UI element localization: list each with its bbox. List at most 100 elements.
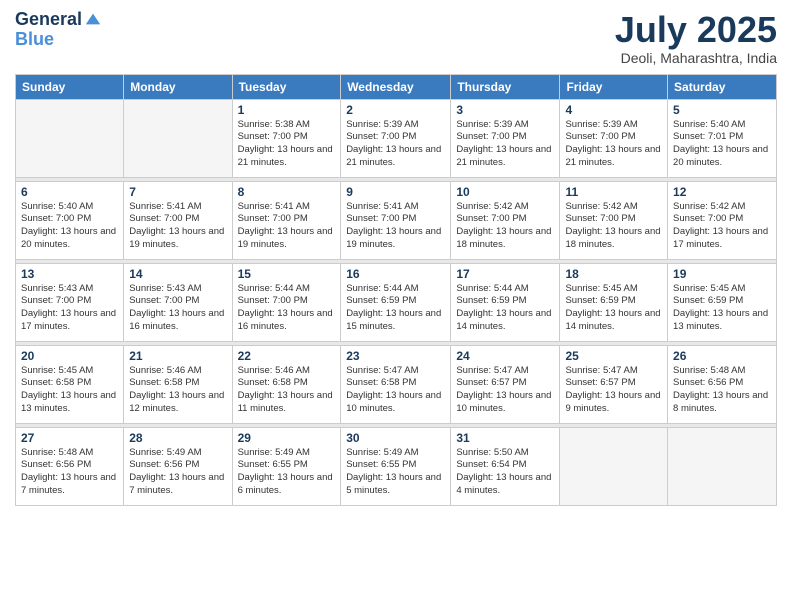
day-number: 31 bbox=[456, 431, 554, 445]
calendar-cell: 11 Sunrise: 5:42 AM Sunset: 7:00 PM Dayli… bbox=[560, 181, 668, 259]
day-number: 7 bbox=[129, 185, 226, 199]
day-number: 25 bbox=[565, 349, 662, 363]
page-container: General Blue July 2025 Deoli, Maharashtr… bbox=[0, 0, 792, 516]
day-number: 6 bbox=[21, 185, 118, 199]
header-sunday: Sunday bbox=[16, 74, 124, 99]
week-row-3: 13 Sunrise: 5:43 AM Sunset: 7:00 PM Dayli… bbox=[16, 263, 777, 341]
calendar-cell: 7 Sunrise: 5:41 AM Sunset: 7:00 PM Daylig… bbox=[124, 181, 232, 259]
day-number: 1 bbox=[238, 103, 336, 117]
calendar-cell: 26 Sunrise: 5:48 AM Sunset: 6:56 PM Dayli… bbox=[668, 345, 777, 423]
day-number: 24 bbox=[456, 349, 554, 363]
day-number: 8 bbox=[238, 185, 336, 199]
day-number: 20 bbox=[21, 349, 118, 363]
calendar-cell: 4 Sunrise: 5:39 AM Sunset: 7:00 PM Daylig… bbox=[560, 99, 668, 177]
day-number: 26 bbox=[673, 349, 771, 363]
day-info: Sunrise: 5:47 AM Sunset: 6:58 PM Dayligh… bbox=[346, 365, 445, 416]
day-info: Sunrise: 5:49 AM Sunset: 6:55 PM Dayligh… bbox=[346, 447, 445, 498]
day-number: 18 bbox=[565, 267, 662, 281]
logo: General Blue bbox=[15, 10, 102, 50]
day-info: Sunrise: 5:39 AM Sunset: 7:00 PM Dayligh… bbox=[565, 119, 662, 170]
day-info: Sunrise: 5:42 AM Sunset: 7:00 PM Dayligh… bbox=[565, 201, 662, 252]
calendar-cell: 9Sunrise: 5:41 AM Sunset: 7:00 PM Daylig… bbox=[341, 181, 451, 259]
day-number: 29 bbox=[238, 431, 336, 445]
day-number: 2 bbox=[346, 103, 445, 117]
day-info: Sunrise: 5:45 AM Sunset: 6:58 PM Dayligh… bbox=[21, 365, 118, 416]
header-monday: Monday bbox=[124, 74, 232, 99]
day-info: Sunrise: 5:49 AM Sunset: 6:55 PM Dayligh… bbox=[238, 447, 336, 498]
day-info: Sunrise: 5:39 AM Sunset: 7:00 PM Dayligh… bbox=[346, 119, 445, 170]
calendar-cell: 16Sunrise: 5:44 AM Sunset: 6:59 PM Dayli… bbox=[341, 263, 451, 341]
weekday-header-row: Sunday Monday Tuesday Wednesday Thursday… bbox=[16, 74, 777, 99]
day-info: Sunrise: 5:47 AM Sunset: 6:57 PM Dayligh… bbox=[565, 365, 662, 416]
day-info: Sunrise: 5:40 AM Sunset: 7:00 PM Dayligh… bbox=[21, 201, 118, 252]
day-info: Sunrise: 5:42 AM Sunset: 7:00 PM Dayligh… bbox=[673, 201, 771, 252]
day-info: Sunrise: 5:50 AM Sunset: 6:54 PM Dayligh… bbox=[456, 447, 554, 498]
calendar-cell: 1 Sunrise: 5:38 AM Sunset: 7:00 PM Daylig… bbox=[232, 99, 341, 177]
header: General Blue July 2025 Deoli, Maharashtr… bbox=[15, 10, 777, 66]
day-info: Sunrise: 5:48 AM Sunset: 6:56 PM Dayligh… bbox=[673, 365, 771, 416]
day-number: 19 bbox=[673, 267, 771, 281]
day-number: 13 bbox=[21, 267, 118, 281]
day-number: 22 bbox=[238, 349, 336, 363]
calendar-cell: 2 Sunrise: 5:39 AM Sunset: 7:00 PM Daylig… bbox=[341, 99, 451, 177]
header-friday: Friday bbox=[560, 74, 668, 99]
day-info: Sunrise: 5:45 AM Sunset: 6:59 PM Dayligh… bbox=[673, 283, 771, 334]
logo-text: General bbox=[15, 10, 82, 30]
day-number: 5 bbox=[673, 103, 771, 117]
calendar-cell bbox=[16, 99, 124, 177]
header-wednesday: Wednesday bbox=[341, 74, 451, 99]
day-info: Sunrise: 5:46 AM Sunset: 6:58 PM Dayligh… bbox=[129, 365, 226, 416]
calendar-cell: 15Sunrise: 5:44 AM Sunset: 7:00 PM Dayli… bbox=[232, 263, 341, 341]
day-number: 3 bbox=[456, 103, 554, 117]
calendar-cell bbox=[124, 99, 232, 177]
day-number: 9 bbox=[346, 185, 445, 199]
day-number: 11 bbox=[565, 185, 662, 199]
calendar-cell: 29 Sunrise: 5:49 AM Sunset: 6:55 PM Dayli… bbox=[232, 427, 341, 505]
calendar-cell bbox=[560, 427, 668, 505]
calendar-table: Sunday Monday Tuesday Wednesday Thursday… bbox=[15, 74, 777, 506]
subtitle: Deoli, Maharashtra, India bbox=[615, 50, 777, 66]
day-number: 21 bbox=[129, 349, 226, 363]
header-tuesday: Tuesday bbox=[232, 74, 341, 99]
header-thursday: Thursday bbox=[451, 74, 560, 99]
day-number: 14 bbox=[129, 267, 226, 281]
day-info: Sunrise: 5:45 AM Sunset: 6:59 PM Dayligh… bbox=[565, 283, 662, 334]
calendar-cell: 23Sunrise: 5:47 AM Sunset: 6:58 PM Dayli… bbox=[341, 345, 451, 423]
week-row-1: 1 Sunrise: 5:38 AM Sunset: 7:00 PM Daylig… bbox=[16, 99, 777, 177]
day-info: Sunrise: 5:47 AM Sunset: 6:57 PM Dayligh… bbox=[456, 365, 554, 416]
calendar-cell: 21 Sunrise: 5:46 AM Sunset: 6:58 PM Dayli… bbox=[124, 345, 232, 423]
calendar-cell: 19 Sunrise: 5:45 AM Sunset: 6:59 PM Dayli… bbox=[668, 263, 777, 341]
title-block: July 2025 Deoli, Maharashtra, India bbox=[615, 10, 777, 66]
calendar-cell: 18 Sunrise: 5:45 AM Sunset: 6:59 PM Dayli… bbox=[560, 263, 668, 341]
month-title: July 2025 bbox=[615, 10, 777, 50]
day-info: Sunrise: 5:44 AM Sunset: 6:59 PM Dayligh… bbox=[346, 283, 445, 334]
day-number: 10 bbox=[456, 185, 554, 199]
header-saturday: Saturday bbox=[668, 74, 777, 99]
day-number: 4 bbox=[565, 103, 662, 117]
week-row-5: 27Sunrise: 5:48 AM Sunset: 6:56 PM Dayli… bbox=[16, 427, 777, 505]
day-info: Sunrise: 5:41 AM Sunset: 7:00 PM Dayligh… bbox=[238, 201, 336, 252]
week-row-2: 6 Sunrise: 5:40 AM Sunset: 7:00 PM Daylig… bbox=[16, 181, 777, 259]
calendar-cell: 14 Sunrise: 5:43 AM Sunset: 7:00 PM Dayli… bbox=[124, 263, 232, 341]
day-info: Sunrise: 5:42 AM Sunset: 7:00 PM Dayligh… bbox=[456, 201, 554, 252]
day-number: 12 bbox=[673, 185, 771, 199]
calendar-cell: 24 Sunrise: 5:47 AM Sunset: 6:57 PM Dayli… bbox=[451, 345, 560, 423]
day-info: Sunrise: 5:38 AM Sunset: 7:00 PM Dayligh… bbox=[238, 119, 336, 170]
calendar-cell: 20 Sunrise: 5:45 AM Sunset: 6:58 PM Dayli… bbox=[16, 345, 124, 423]
calendar-cell: 5 Sunrise: 5:40 AM Sunset: 7:01 PM Daylig… bbox=[668, 99, 777, 177]
calendar-cell: 31 Sunrise: 5:50 AM Sunset: 6:54 PM Dayli… bbox=[451, 427, 560, 505]
week-row-4: 20 Sunrise: 5:45 AM Sunset: 6:58 PM Dayli… bbox=[16, 345, 777, 423]
calendar-cell: 28Sunrise: 5:49 AM Sunset: 6:56 PM Dayli… bbox=[124, 427, 232, 505]
calendar-cell: 30Sunrise: 5:49 AM Sunset: 6:55 PM Dayli… bbox=[341, 427, 451, 505]
calendar-cell: 22 Sunrise: 5:46 AM Sunset: 6:58 PM Dayli… bbox=[232, 345, 341, 423]
day-info: Sunrise: 5:44 AM Sunset: 7:00 PM Dayligh… bbox=[238, 283, 336, 334]
day-info: Sunrise: 5:46 AM Sunset: 6:58 PM Dayligh… bbox=[238, 365, 336, 416]
calendar-cell: 25 Sunrise: 5:47 AM Sunset: 6:57 PM Dayli… bbox=[560, 345, 668, 423]
logo-blue: Blue bbox=[15, 30, 102, 50]
logo-icon bbox=[84, 10, 102, 28]
day-info: Sunrise: 5:41 AM Sunset: 7:00 PM Dayligh… bbox=[129, 201, 226, 252]
calendar-cell: 3Sunrise: 5:39 AM Sunset: 7:00 PM Daylig… bbox=[451, 99, 560, 177]
day-info: Sunrise: 5:44 AM Sunset: 6:59 PM Dayligh… bbox=[456, 283, 554, 334]
day-info: Sunrise: 5:43 AM Sunset: 7:00 PM Dayligh… bbox=[129, 283, 226, 334]
day-info: Sunrise: 5:40 AM Sunset: 7:01 PM Dayligh… bbox=[673, 119, 771, 170]
